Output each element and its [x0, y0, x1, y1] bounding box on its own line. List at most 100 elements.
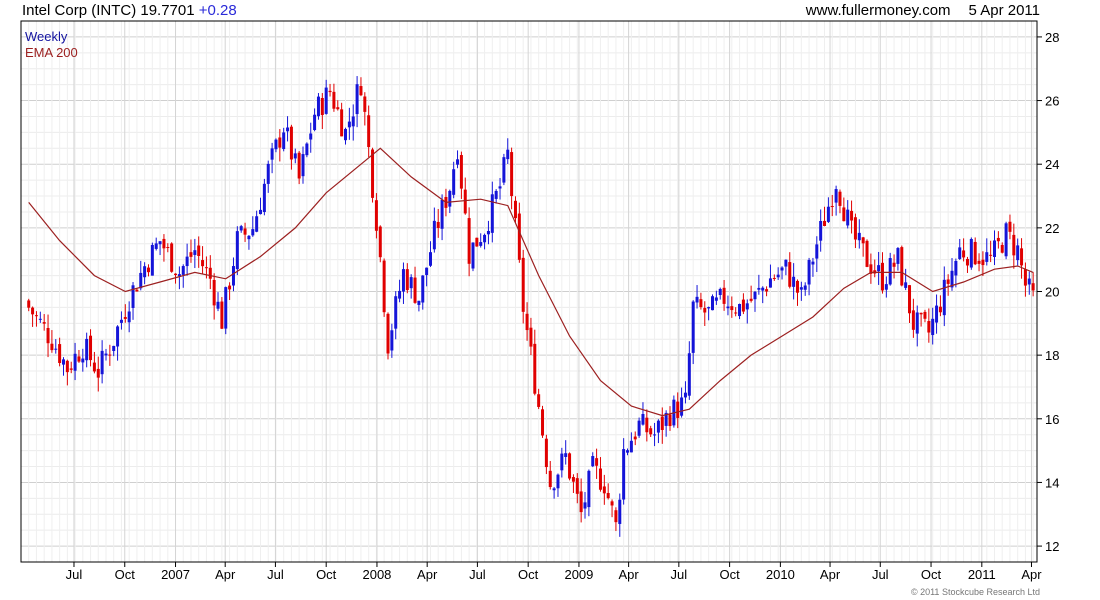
candle-up [112, 345, 116, 351]
candle-up [969, 238, 973, 268]
candle-down [533, 343, 537, 394]
candle-up [262, 183, 266, 212]
candle-down [741, 299, 745, 312]
candle-up [564, 453, 568, 457]
candle-up [119, 319, 123, 323]
candle-up [61, 359, 65, 365]
candle-down [977, 260, 981, 264]
candle-up [401, 269, 405, 292]
x-tick-label: Jul [267, 567, 284, 582]
candle-down [861, 237, 865, 244]
candle-down [722, 287, 726, 304]
x-tick-label: 2008 [362, 567, 391, 582]
candle-down [42, 322, 46, 324]
candle-down [363, 96, 367, 112]
x-tick-label: Jul [872, 567, 889, 582]
candle-down [772, 277, 776, 279]
candle-up [931, 318, 935, 336]
candle-up [259, 209, 263, 215]
x-tick-label: Oct [316, 567, 337, 582]
candle-down [31, 307, 35, 315]
candle-up [761, 287, 765, 291]
candle-down [46, 327, 50, 344]
candle-up [351, 116, 355, 127]
candle-up [316, 96, 320, 117]
candle-up [1027, 278, 1031, 285]
candle-up [181, 266, 185, 275]
candle-up [826, 206, 830, 222]
candle-down [525, 313, 529, 331]
copyright-notice: © 2011 Stockcube Research Ltd [910, 587, 1040, 597]
candle-down [174, 273, 178, 276]
candle-up [344, 128, 348, 141]
candle-up [409, 277, 413, 289]
candle-down [201, 260, 205, 267]
candle-up [266, 163, 270, 184]
candle-up [637, 420, 641, 436]
candle-up [776, 274, 780, 278]
candle-down [510, 152, 514, 197]
y-tick-label: 18 [1045, 348, 1059, 363]
candle-down [973, 241, 977, 265]
candle-up [193, 250, 197, 255]
candle-up [448, 190, 452, 207]
x-tick-label: Jul [66, 567, 83, 582]
x-tick-label: 2009 [564, 567, 593, 582]
candle-up [347, 121, 351, 128]
candle-down [919, 312, 923, 315]
candle-up [355, 84, 359, 115]
candle-up [100, 350, 104, 375]
candle-down [598, 468, 602, 490]
candle-up [502, 157, 506, 183]
candle-up [394, 296, 398, 329]
candle-down [529, 327, 533, 347]
y-tick-label: 22 [1045, 221, 1059, 236]
candle-down [602, 486, 606, 494]
candle-down [162, 238, 166, 249]
candle-up [857, 232, 861, 241]
y-axis: 12 14 16 18 20 22 24 26 28 [1037, 30, 1059, 554]
candle-up [680, 397, 684, 416]
candle-up [116, 326, 120, 347]
candle-down [197, 245, 201, 256]
candle-down [204, 267, 208, 269]
candle-up [691, 301, 695, 353]
candle-down [1012, 234, 1016, 256]
candle-up [479, 242, 483, 246]
candle-up [235, 231, 239, 270]
candle-up [486, 230, 490, 235]
x-tick-label: 2011 [968, 567, 996, 582]
candle-down [996, 237, 1000, 242]
x-tick-label: Apr [1021, 567, 1042, 582]
candle-up [73, 353, 77, 371]
candle-down [927, 321, 931, 333]
candle-up [753, 291, 757, 300]
candle-up [270, 148, 274, 160]
candle-up [807, 259, 811, 285]
candle-down [1023, 269, 1027, 286]
candle-down [765, 289, 769, 292]
candle-up [286, 127, 290, 132]
candle-up [718, 288, 722, 296]
candle-up [239, 226, 243, 231]
candle-down [544, 438, 548, 468]
candle-down [340, 109, 344, 137]
candle-up [255, 216, 259, 232]
candle-down [243, 228, 247, 235]
candle-down [320, 98, 324, 116]
candle-up [432, 220, 436, 250]
candle-down [1000, 244, 1004, 253]
candle-down [374, 200, 378, 231]
candle-up [1004, 223, 1008, 257]
candle-down [367, 115, 371, 148]
candle-up [896, 248, 900, 264]
candle-up [656, 420, 660, 433]
candle-down [208, 267, 212, 279]
candle-down [730, 306, 734, 311]
candle-up [591, 456, 595, 467]
candle-down [297, 152, 301, 179]
candle-up [425, 267, 429, 276]
candle-up [560, 453, 564, 471]
candle-up [799, 287, 803, 290]
x-tick-label: Oct [115, 567, 136, 582]
